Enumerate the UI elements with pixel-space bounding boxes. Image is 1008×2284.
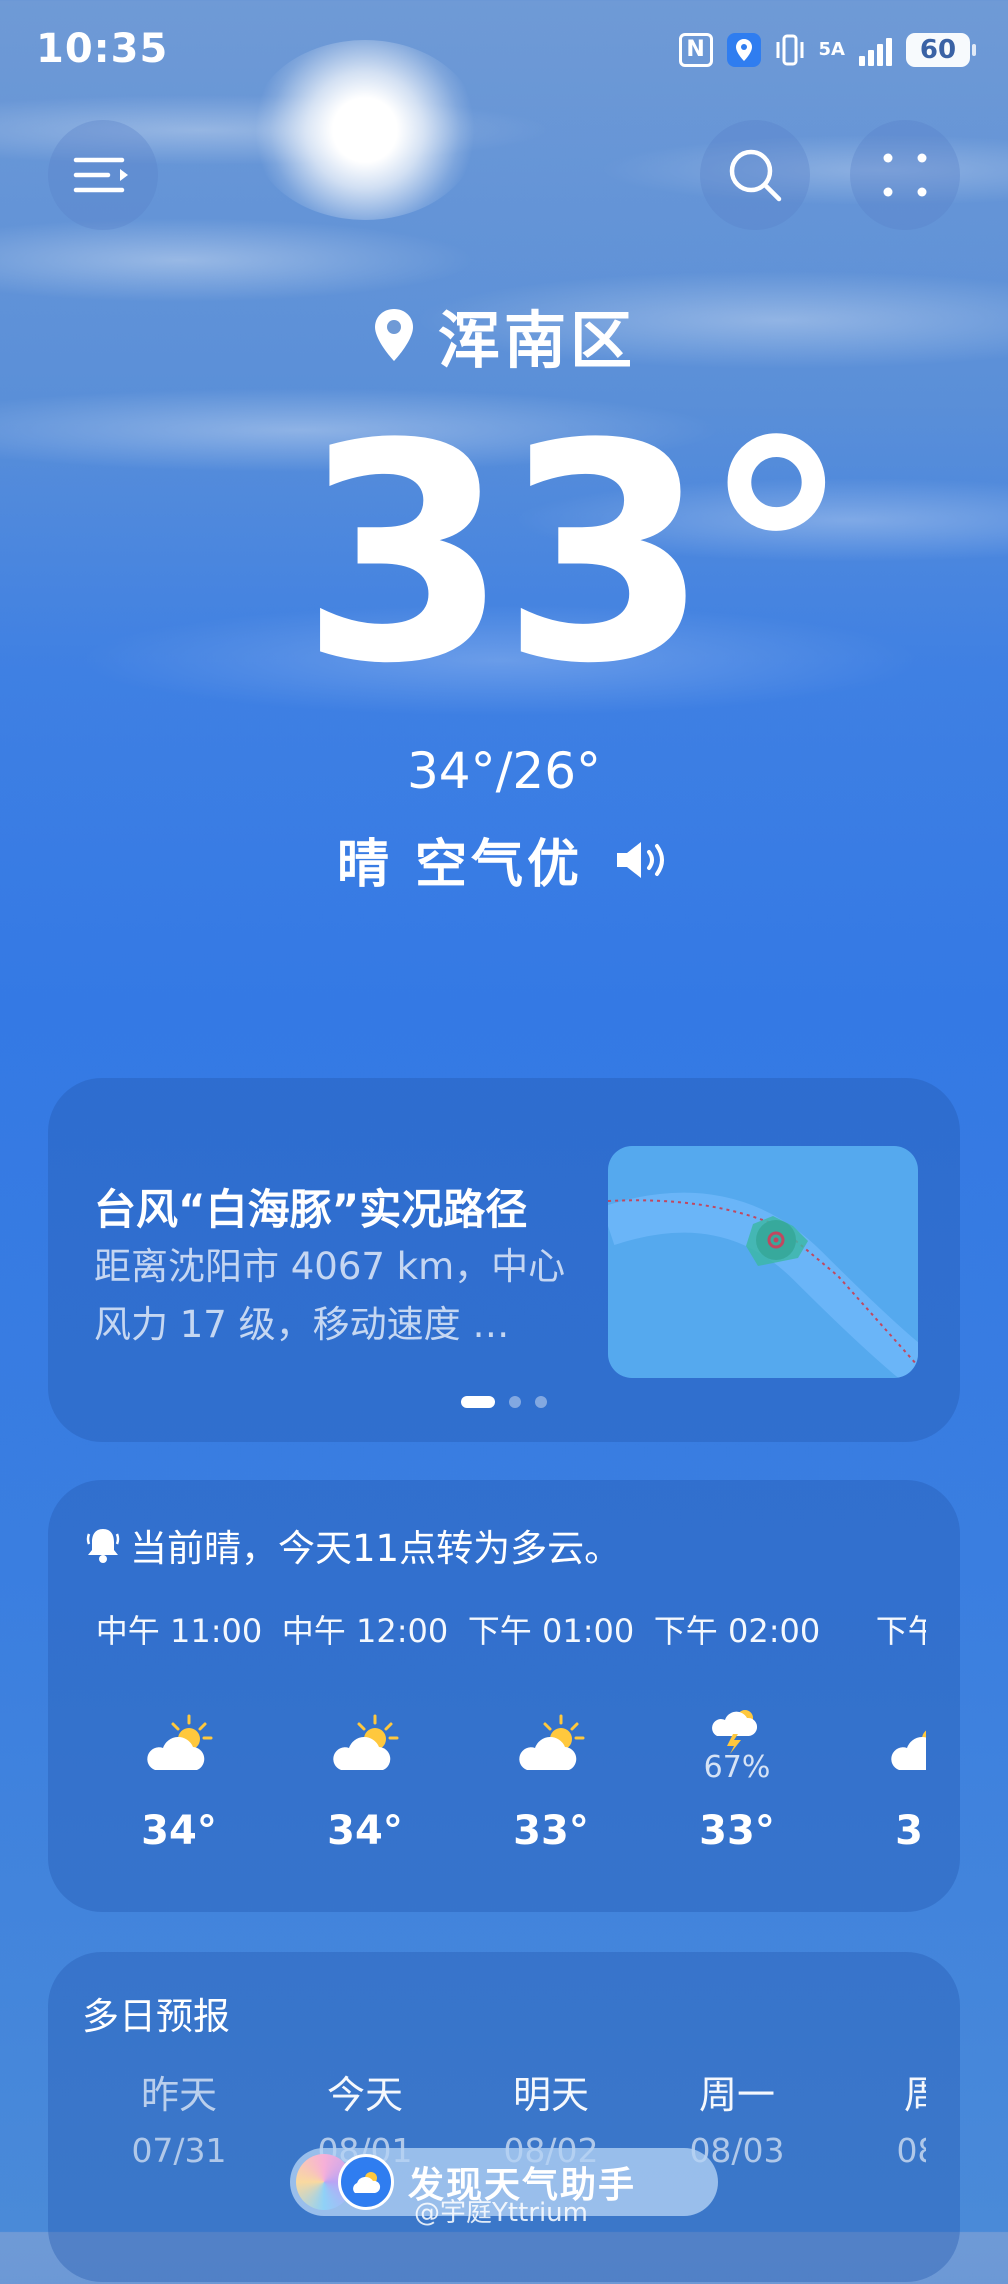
hour-item: 中午 12:00 34°	[272, 1606, 458, 1854]
hour-temperature: 32	[895, 1808, 926, 1854]
signal-icon	[859, 34, 892, 66]
weather-condition: 晴 空气优	[0, 822, 1008, 897]
partly-cloudy-icon	[830, 1694, 926, 1794]
hour-temperature: 33°	[513, 1808, 589, 1854]
more-button[interactable]	[850, 120, 960, 230]
carousel-dot[interactable]	[535, 1396, 547, 1408]
hour-time: 下午 0	[875, 1612, 926, 1650]
search-button[interactable]	[700, 120, 810, 230]
hour-item: 下午 01:00 33°	[458, 1606, 644, 1854]
sun-glow	[250, 40, 480, 220]
speaker-icon[interactable]	[613, 838, 671, 882]
menu-icon	[73, 157, 128, 193]
hour-time: 下午 02:00	[653, 1612, 821, 1650]
location-header[interactable]: 浑南区	[0, 290, 1008, 380]
precipitation-probability: 67%	[703, 1749, 771, 1785]
carousel-dot[interactable]	[461, 1396, 495, 1408]
typhoon-map[interactable]	[608, 1146, 918, 1378]
bell-icon	[86, 1529, 120, 1563]
watermark: @宇庭Yttrium	[414, 2198, 588, 2228]
location-service-icon	[726, 33, 761, 67]
status-icons: N 5A 60	[678, 32, 976, 68]
day-name: 昨天	[140, 2073, 217, 2117]
location-name: 浑南区	[437, 304, 636, 377]
day-date: 08/	[896, 2131, 926, 2170]
nfc-icon: N	[678, 33, 713, 67]
hour-temperature: 34°	[141, 1808, 217, 1854]
day-name: 周	[903, 2073, 926, 2117]
search-icon	[729, 149, 782, 202]
temperature-range: 34°/26°	[406, 742, 602, 800]
hour-item: 中午 11:00 34°	[86, 1606, 272, 1854]
daily-forecast-card: 多日预报 昨天 07/31 今天 08/01 明天 08/02 周一 08/03…	[48, 1952, 960, 2282]
menu-button[interactable]	[48, 120, 158, 230]
day-name: 明天	[512, 2073, 589, 2117]
weather-alert[interactable]: 当前晴，今天11点转为多云。	[86, 1518, 621, 1572]
daily-title: 多日预报	[82, 1995, 230, 2038]
hour-time: 下午 01:00	[467, 1612, 635, 1650]
day-name: 周一	[698, 2073, 775, 2117]
typhoon-card[interactable]: 台风“白海豚”实况路径 距离沈阳市 4067 km，中心风力 17 级，移动速度…	[48, 1078, 960, 1442]
status-time: 10:35	[36, 26, 169, 72]
more-dots-icon	[883, 153, 927, 197]
network-type: 5A	[818, 39, 845, 60]
hour-time: 中午 12:00	[281, 1612, 449, 1650]
typhoon-title: 台风“白海豚”实况路径	[94, 1185, 528, 1234]
condition-text: 晴 空气优	[336, 835, 584, 895]
hour-item: 下午 02:00 67% 33°	[644, 1606, 830, 1854]
vibrate-icon	[776, 34, 804, 66]
weather-app-icon	[338, 2154, 394, 2210]
current-temperature: 33°	[300, 380, 851, 729]
day-item[interactable]: 昨天 07/31	[86, 2064, 272, 2170]
hour-temperature: 33°	[699, 1808, 775, 1854]
thunder-sun-icon: 67%	[644, 1694, 830, 1794]
day-item[interactable]: 周 08/	[830, 2064, 926, 2170]
partly-cloudy-icon	[458, 1694, 644, 1794]
battery-indicator: 60	[906, 33, 976, 67]
hour-time: 中午 11:00	[95, 1612, 263, 1650]
alert-text: 当前晴，今天11点转为多云。	[130, 1527, 622, 1570]
hour-item: 下午 0 32	[830, 1606, 926, 1854]
partly-cloudy-icon	[272, 1694, 458, 1794]
hourly-list[interactable]: 中午 11:00 34° 中午 12:00 34° 下午 01:00 33° 下…	[48, 1606, 926, 1906]
day-date: 07/31	[131, 2131, 227, 2170]
hourly-forecast-card: 当前晴，今天11点转为多云。 中午 11:00 34° 中午 12:00 34°…	[48, 1480, 960, 1912]
typhoon-description: 距离沈阳市 4067 km，中心风力 17 级，移动速度 …	[94, 1245, 566, 1346]
location-pin-icon	[374, 309, 413, 361]
carousel-dot[interactable]	[509, 1396, 521, 1408]
hour-temperature: 34°	[327, 1808, 403, 1854]
partly-cloudy-icon	[86, 1694, 272, 1794]
carousel-indicator	[48, 1396, 960, 1408]
day-name: 今天	[326, 2073, 403, 2117]
